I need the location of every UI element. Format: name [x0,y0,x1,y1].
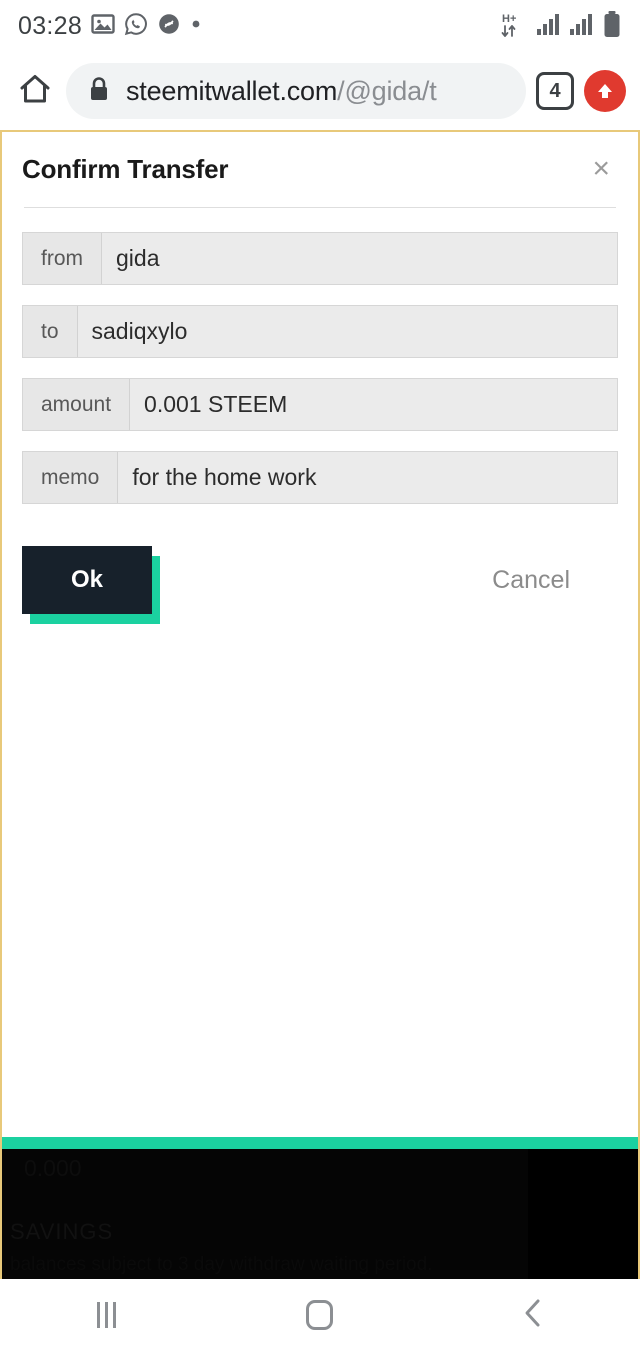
field-label-from: from [23,233,102,284]
field-row-from: from gida [22,232,618,285]
back-chevron-icon [520,1297,546,1334]
close-icon[interactable]: × [584,154,618,184]
dot-icon [190,17,202,35]
background-page-body: 0.000 SAVINGS balances subject to 3 day … [2,1149,638,1279]
upload-arrow-icon[interactable] [584,70,626,112]
cancel-button[interactable]: Cancel [492,566,570,595]
background-section-title: SAVINGS [10,1219,114,1244]
dialog-header: Confirm Transfer × [22,154,618,185]
recents-button[interactable] [0,1302,213,1328]
field-row-to: to sadiqxylo [22,305,618,358]
background-amount: 0.000 [24,1155,82,1181]
field-label-amount: amount [23,379,131,430]
mobile-data-arrows-icon: H+ [501,9,529,44]
url-domain: steemitwallet.com [126,75,338,106]
status-clock: 03:28 [18,11,83,40]
android-nav-bar [0,1279,640,1351]
shazam-icon [157,12,181,41]
page-title: Confirm Transfer [22,154,229,184]
home-icon[interactable] [14,68,56,115]
field-value-memo: for the home work [118,452,617,503]
home-square-icon [306,1300,334,1330]
field-value-amount: 0.001 STEEM [130,379,617,430]
signal-bars-sim1-icon [536,12,562,41]
battery-icon [602,10,622,43]
signal-bars-sim2-icon [569,12,595,41]
url-path: /@gida/t [337,75,437,106]
status-bar-left: 03:28 [18,12,202,41]
gallery-icon [91,12,115,41]
field-label-to: to [23,306,78,357]
field-row-memo: memo for the home work [22,451,618,504]
tab-count-label: 4 [549,79,561,102]
back-button[interactable] [427,1297,640,1334]
web-content: Confirm Transfer × from gida to sadiqxyl… [0,130,640,1279]
header-divider [24,207,616,208]
field-value-from: gida [102,233,617,284]
address-bar[interactable]: steemitwallet.com/@gida/t [66,63,526,119]
recents-icon [97,1302,117,1328]
ok-button-wrap: Ok [22,546,160,624]
tab-counter-button[interactable]: 4 [536,72,574,110]
whatsapp-icon [124,12,148,41]
field-row-amount: amount 0.001 STEEM [22,378,618,431]
home-button[interactable] [213,1300,426,1330]
accent-bar [2,1137,638,1149]
dialog-actions: Ok Cancel [22,546,618,624]
ok-button[interactable]: Ok [22,546,152,614]
url-text: steemitwallet.com/@gida/t [126,76,437,107]
status-bar: 03:28 H+ [0,0,640,52]
field-value-to: sadiqxylo [77,306,617,357]
dimmed-background-page: 0.000 SAVINGS balances subject to 3 day … [2,1137,638,1279]
browser-toolbar: steemitwallet.com/@gida/t 4 [0,52,640,130]
background-section-note: balances subject to 3 day withdraw waiti… [10,1254,433,1275]
lock-icon [88,76,110,107]
svg-text:H+: H+ [502,13,516,25]
field-label-memo: memo [23,452,119,503]
confirm-transfer-dialog: Confirm Transfer × from gida to sadiqxyl… [2,132,638,624]
status-bar-right: H+ [501,9,622,44]
